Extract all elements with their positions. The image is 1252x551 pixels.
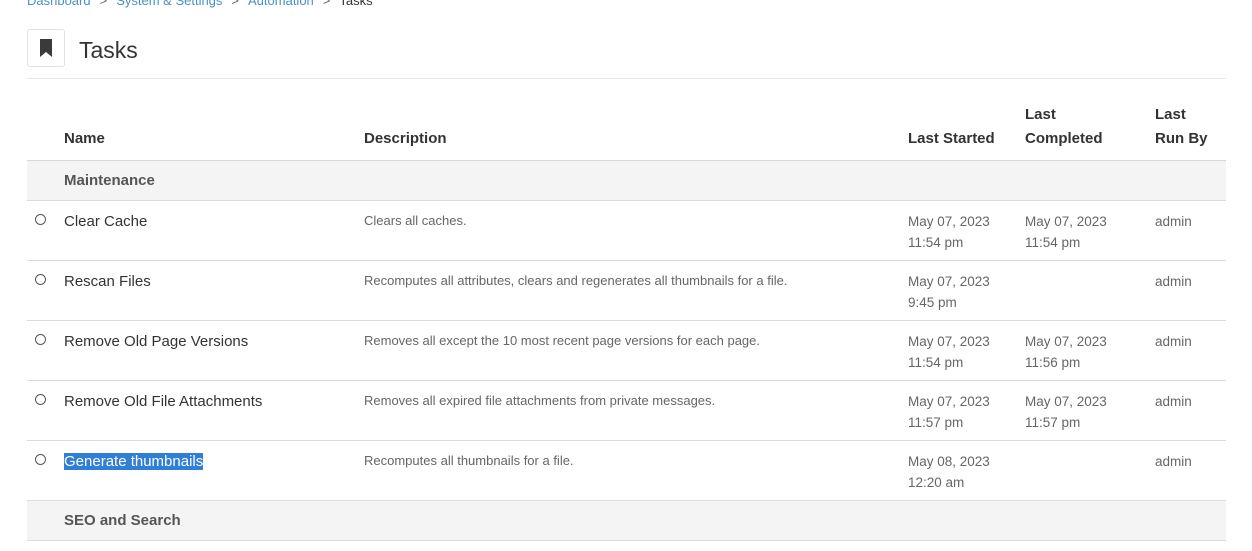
task-radio-button[interactable] [35,453,46,465]
breadcrumb-separator: > [322,0,331,8]
column-header-last-started[interactable]: Last Started [908,100,1025,161]
column-header-last-completed[interactable]: Last Completed [1025,100,1155,161]
last-completed-date: May 07, 2023 [1025,213,1107,229]
table-row[interactable]: Remove Old File Attachments Removes all … [27,380,1226,441]
last-run-by: admin [1155,333,1192,349]
task-name[interactable]: Remove Old Page Versions [64,331,364,353]
task-name-selected[interactable]: Generate thumbnails [64,451,364,473]
last-started-date: May 08, 2023 [908,453,990,469]
task-radio-button[interactable] [35,333,46,345]
breadcrumb-automation[interactable]: Automation [248,0,314,8]
table-row[interactable]: Rescan Files Recomputes all attributes, … [27,260,1226,321]
last-run-by: admin [1155,453,1192,469]
column-header-description[interactable]: Description [364,100,908,161]
task-description: Removes all expired file attachments fro… [364,392,716,408]
last-run-by: admin [1155,273,1192,289]
last-started-time: 9:45 pm [908,294,957,310]
column-header-select [27,100,64,161]
page-title: Tasks [79,37,138,63]
group-row-seo-and-search: SEO and Search [27,500,1226,541]
task-description: Clears all caches. [364,212,467,228]
column-header-name[interactable]: Name [64,100,364,161]
last-completed-date: May 07, 2023 [1025,333,1107,349]
group-title: Maintenance [64,160,1226,201]
task-description: Recomputes all attributes, clears and re… [364,272,788,288]
last-started-date: May 07, 2023 [908,393,990,409]
column-header-last-run-by[interactable]: Last Run By [1155,100,1226,161]
breadcrumb-separator: > [99,0,108,8]
selected-text: Generate thumbnails [64,452,204,470]
task-radio-button[interactable] [35,213,46,225]
last-started-time: 12:20 am [908,474,965,490]
breadcrumb-separator: > [231,0,240,8]
group-row-maintenance: Maintenance [27,160,1226,201]
last-completed-time: 11:54 pm [1025,234,1081,250]
last-started-time: 11:54 pm [908,354,964,370]
last-started-time: 11:54 pm [908,234,964,250]
task-radio-button[interactable] [35,273,46,285]
table-row[interactable]: Clear Cache Clears all caches. May 07, 2… [27,200,1226,261]
last-started-date: May 07, 2023 [908,273,990,289]
task-name[interactable]: Remove Old File Attachments [64,391,364,413]
bookmark-icon [27,29,65,67]
task-radio-button[interactable] [35,393,46,405]
last-started-time: 11:57 pm [908,414,964,430]
task-description: Recomputes all thumbnails for a file. [364,452,574,468]
group-title: SEO and Search [64,500,1226,541]
tasks-table: Name Description Last Started Last Comple… [27,100,1226,541]
last-started-date: May 07, 2023 [908,213,990,229]
breadcrumb-system-settings[interactable]: System & Settings [116,0,222,8]
table-row[interactable]: Remove Old Page Versions Removes all exc… [27,320,1226,381]
table-header-row: Name Description Last Started Last Comple… [27,100,1226,161]
breadcrumb-current: Tasks [339,0,373,8]
page-header: Tasks [27,29,1226,69]
header-divider [27,78,1226,79]
last-run-by: admin [1155,213,1192,229]
last-completed-time: 11:57 pm [1025,414,1081,430]
table-row[interactable]: Generate thumbnails Recomputes all thumb… [27,440,1226,501]
last-run-by: admin [1155,393,1192,409]
last-started-date: May 07, 2023 [908,333,990,349]
breadcrumb: Dashboard > System & Settings > Automation > T… [27,0,373,8]
task-name[interactable]: Rescan Files [64,271,364,293]
task-name[interactable]: Clear Cache [64,211,364,233]
last-completed-date: May 07, 2023 [1025,393,1107,409]
task-description: Removes all except the 10 most recent pa… [364,332,760,348]
last-completed-time: 11:56 pm [1025,354,1081,370]
breadcrumb-dashboard[interactable]: Dashboard [27,0,91,8]
